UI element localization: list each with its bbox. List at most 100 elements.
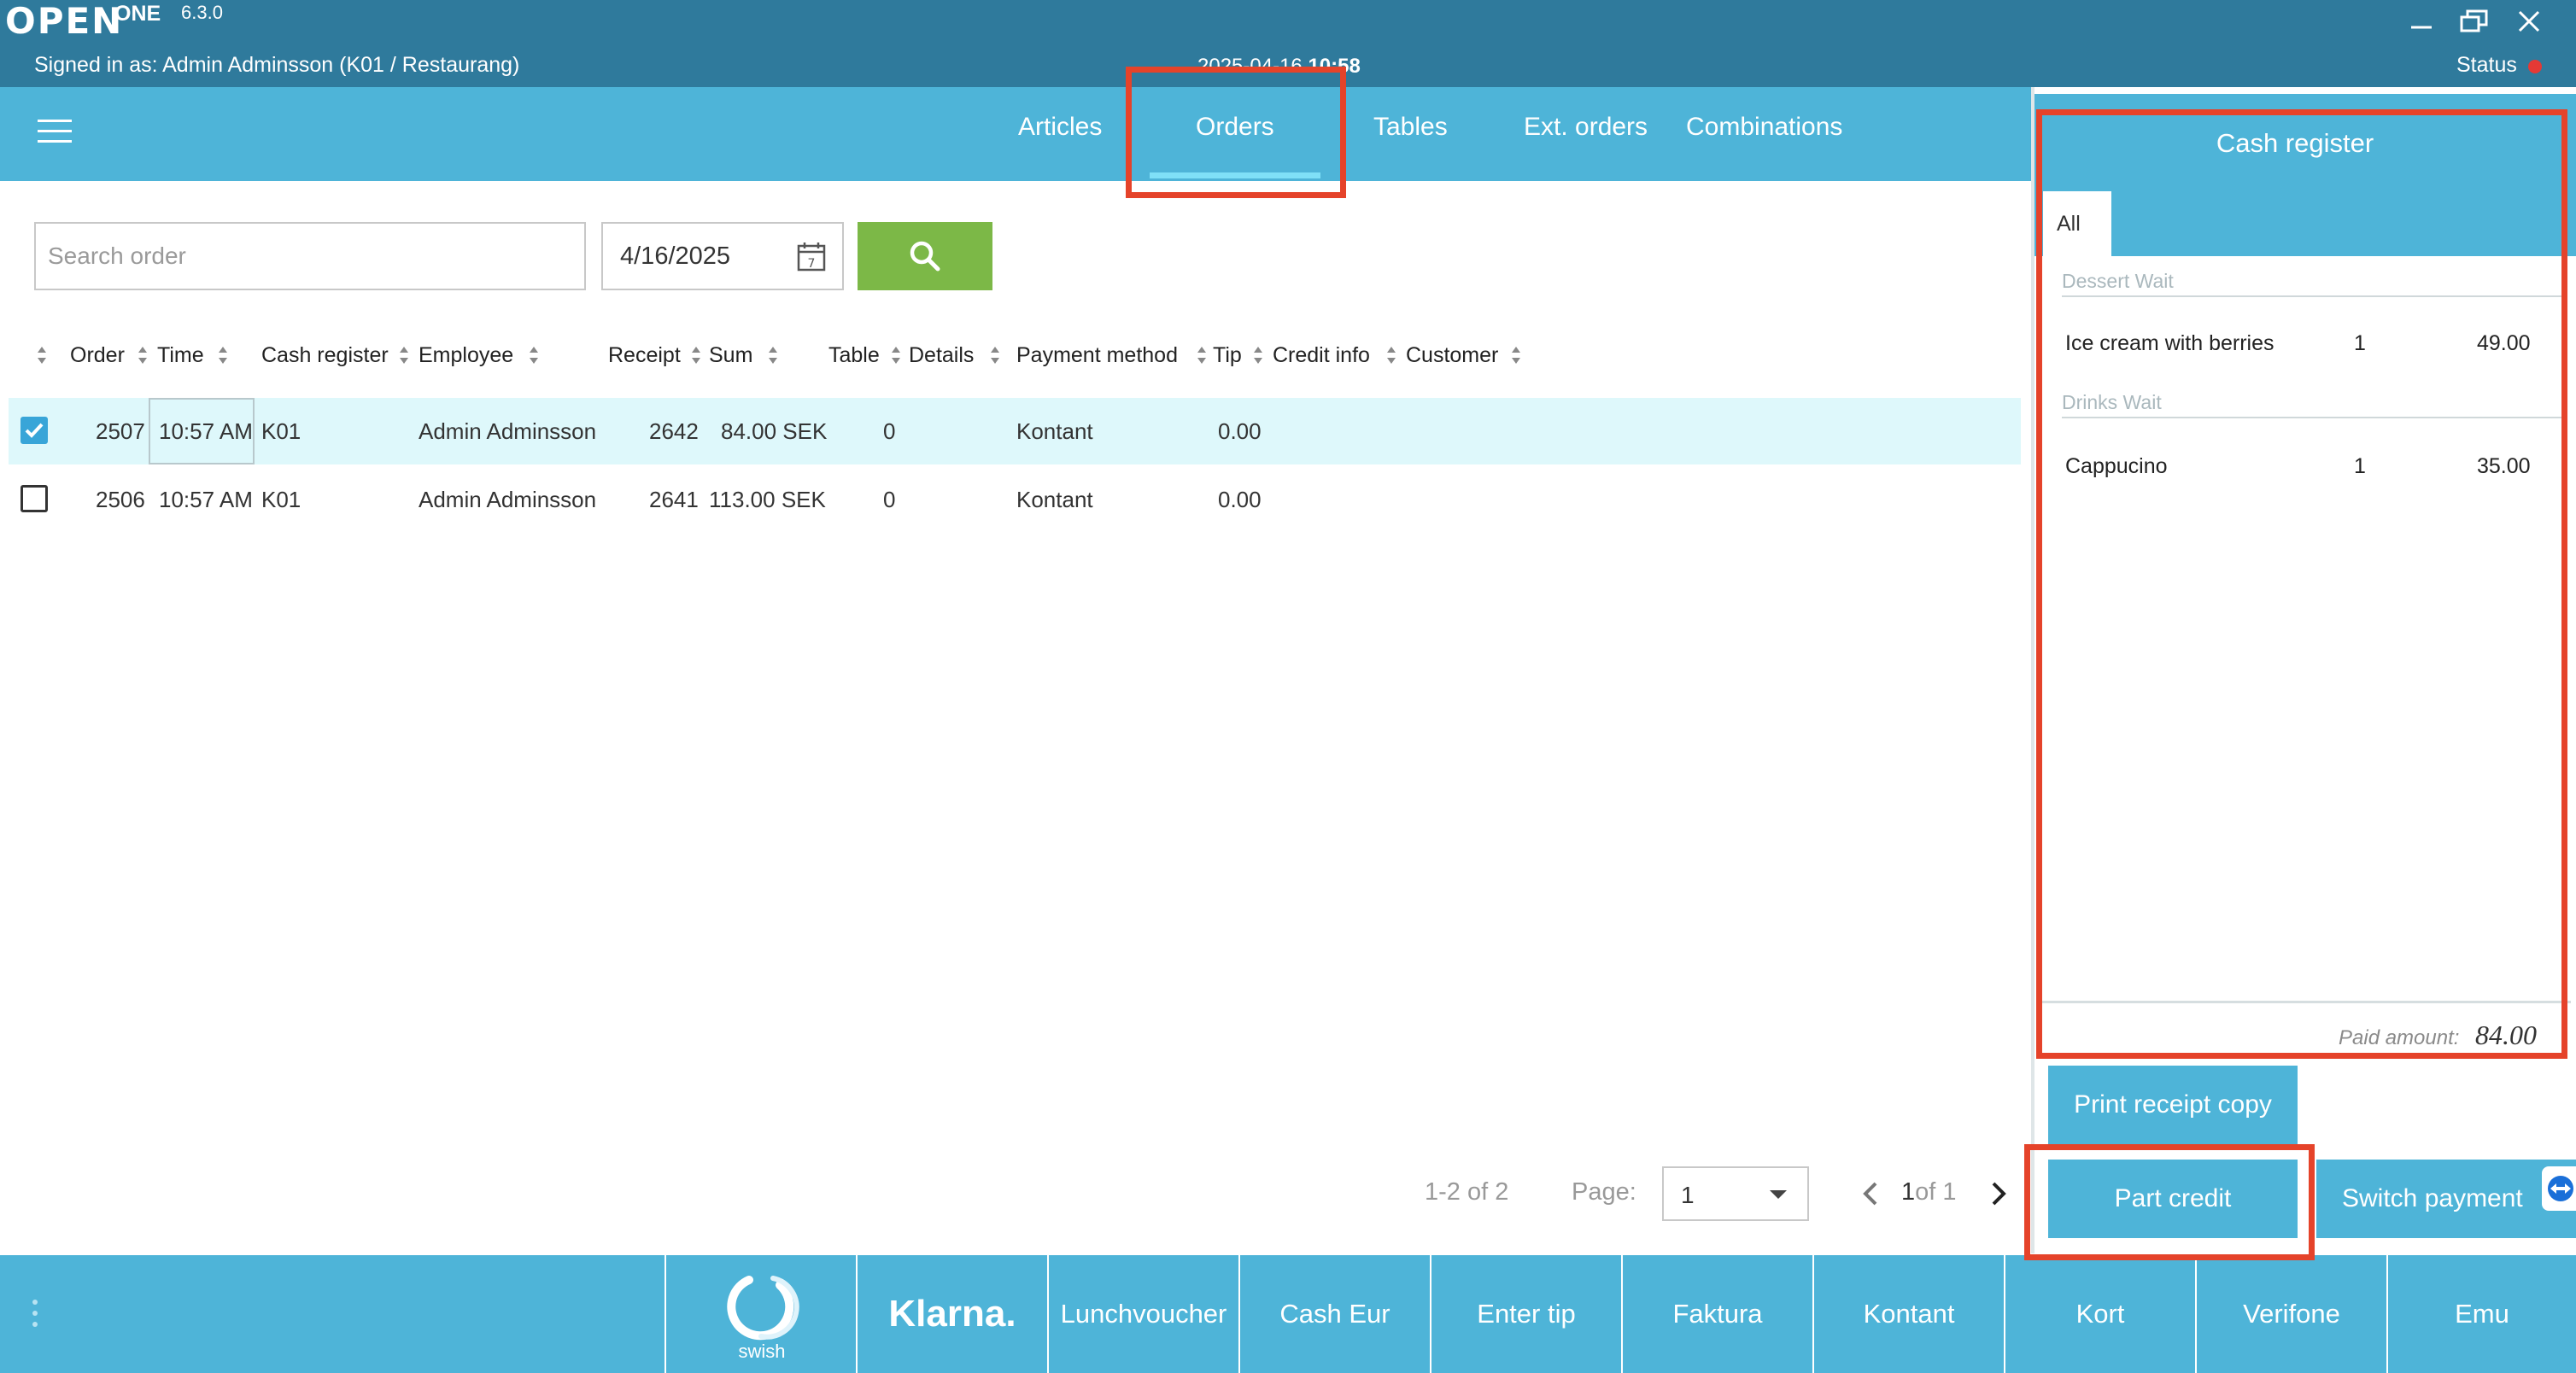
row-checkbox[interactable] [20,485,48,512]
panel-divider [2031,87,2034,1253]
switch-payment-button[interactable]: Switch payment [2316,1160,2576,1238]
cell-time: 10:57 AM [159,487,253,512]
highlight-part-credit [2024,1144,2315,1260]
search-button[interactable] [858,222,992,290]
current-page: 1 [1901,1178,1916,1206]
payment-swish-button[interactable]: swish [664,1255,856,1373]
tab-ext-orders[interactable]: Ext. orders [1524,113,1648,142]
col-details[interactable]: Details [909,343,974,368]
cell-payment-method: Kontant [1016,418,1093,444]
tab-tables[interactable]: Tables [1373,113,1448,142]
sort-tip-icon[interactable] [1252,345,1264,365]
table-row[interactable]: 2506 10:57 AM K01 Admin Adminsson 2641 1… [9,466,2021,533]
page-select[interactable]: 1 [1662,1166,1809,1221]
col-receipt[interactable]: Receipt [608,343,681,368]
print-receipt-copy-button[interactable]: Print receipt copy [2048,1066,2298,1144]
cell-tip: 0.00 [1218,418,1262,444]
search-icon [910,241,940,272]
highlight-cash-register [2036,109,2567,1059]
pagination-range: 1-2 of 2 [1425,1178,1509,1206]
payment-methods-bar: swish Klarna. Lunchvoucher Cash Eur Ente… [0,1255,2576,1373]
payment-emu-button[interactable]: Emu [2386,1255,2576,1373]
sort-credit-info-icon[interactable] [1385,345,1397,365]
close-button[interactable] [2509,3,2549,39]
cell-receipt: 2641 [649,487,699,512]
date-picker[interactable]: 4/16/2025 7 [601,222,844,290]
chevron-left-icon[interactable] [1859,1178,1882,1209]
page-select-value: 1 [1681,1182,1695,1208]
sort-order-icon[interactable] [137,345,149,365]
payment-kort-button[interactable]: Kort [2004,1255,2195,1373]
restore-button[interactable] [2455,3,2494,39]
payment-kontant-button[interactable]: Kontant [1812,1255,2004,1373]
sort-payment-method-icon[interactable] [1196,345,1208,365]
payment-klarna-button[interactable]: Klarna. [856,1255,1047,1373]
col-credit-info[interactable]: Credit info [1273,343,1370,368]
minimize-button[interactable] [2402,3,2441,39]
sort-cash-register-icon[interactable] [398,345,410,365]
col-payment-method[interactable]: Payment method [1016,343,1178,368]
col-employee[interactable]: Employee [419,343,513,368]
payment-verifone-button[interactable]: Verifone [2195,1255,2386,1373]
sort-table-icon[interactable] [890,345,902,365]
sort-sum-icon[interactable] [767,345,779,365]
col-sum[interactable]: Sum [709,343,752,368]
col-tip[interactable]: Tip [1213,343,1242,368]
restore-icon [2460,9,2488,32]
cell-employee: Admin Adminsson [419,487,597,512]
highlight-orders-tab [1126,67,1346,198]
page-info: 1of 1 [1901,1178,1957,1206]
sort-customer-icon[interactable] [1510,345,1522,365]
row-checkbox[interactable] [20,417,48,444]
cell-order: 2507 [96,418,145,444]
col-time[interactable]: Time [157,343,204,368]
cell-tip: 0.00 [1218,487,1262,512]
signed-in-label: Signed in as: Admin Adminsson (K01 / Res… [34,53,520,77]
cell-time: 10:57 AM [159,418,253,444]
minimize-icon [2411,26,2432,29]
app-logo: OPEN [5,0,124,42]
caret-down-icon [1770,1190,1787,1199]
more-options-icon[interactable] [32,1300,39,1330]
enter-tip-button[interactable]: Enter tip [1430,1255,1621,1373]
cell-cash-register: K01 [261,487,302,512]
cell-cash-register: K01 [261,418,302,444]
payment-lunchvoucher-button[interactable]: Lunchvoucher [1047,1255,1238,1373]
sort-details-icon[interactable] [989,345,1001,365]
main-nav: Articles Orders Tables Ext. orders Combi… [0,87,2031,181]
date-value: 4/16/2025 [620,242,731,270]
chevron-right-icon[interactable] [1987,1178,2011,1209]
status-indicator-icon[interactable] [2528,60,2542,73]
close-icon [2518,10,2540,32]
remote-support-icon[interactable] [2542,1166,2576,1211]
status-label[interactable]: Status [2456,53,2517,78]
cell-table: 0 [883,487,896,512]
calendar-icon[interactable]: 7 [796,241,827,273]
payment-faktura-button[interactable]: Faktura [1621,1255,1812,1373]
cell-payment-method: Kontant [1016,487,1093,512]
col-cash-register[interactable]: Cash register [261,343,389,368]
payment-cash-eur-button[interactable]: Cash Eur [1238,1255,1430,1373]
tab-combinations[interactable]: Combinations [1686,113,1842,142]
sort-time-icon[interactable] [217,345,229,365]
cell-order: 2506 [96,487,145,512]
sort-select-icon[interactable] [36,345,48,365]
tab-articles[interactable]: Articles [1018,113,1102,142]
menu-icon[interactable] [38,120,72,147]
cell-sum: 113.00 SEK [709,487,826,512]
sort-receipt-icon[interactable] [690,345,702,365]
product-name: ONE [114,2,161,26]
app-version: 6.3.0 [181,2,223,23]
sort-employee-icon[interactable] [528,345,540,365]
swish-label: swish [738,1341,786,1362]
col-customer[interactable]: Customer [1406,343,1498,368]
page-label: Page: [1572,1178,1636,1206]
col-table[interactable]: Table [828,343,880,368]
table-row[interactable]: 2507 10:57 AM K01 Admin Adminsson 2642 8… [9,398,2021,464]
col-order[interactable]: Order [70,343,125,368]
cell-table: 0 [883,418,896,444]
search-order-input[interactable] [34,222,586,290]
cell-sum: 84.00 SEK [721,418,828,444]
page-total: of 1 [1915,1178,1957,1206]
remote-support-glyph [2548,1176,2573,1201]
